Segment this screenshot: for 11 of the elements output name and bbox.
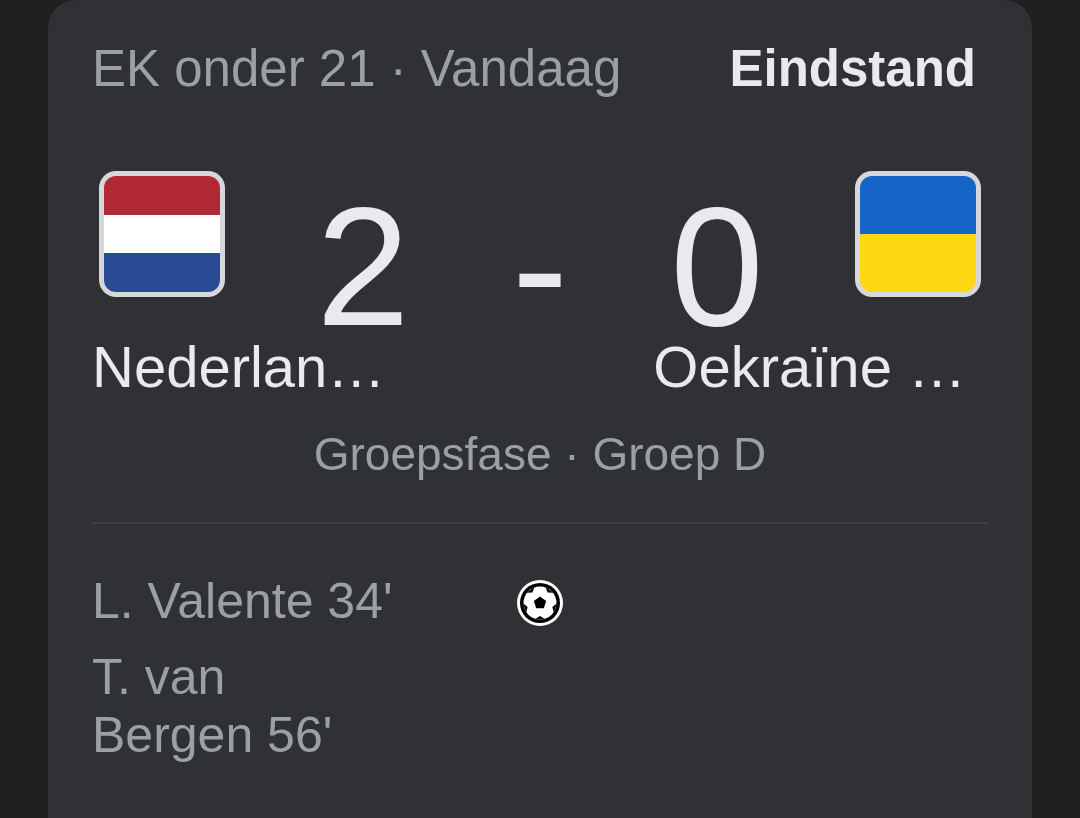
goal-scorer: L. Valente 34' bbox=[92, 572, 394, 630]
match-status-label: Eindstand bbox=[729, 43, 976, 94]
score-separator: - bbox=[511, 192, 569, 342]
soccer-ball-icon bbox=[517, 580, 563, 626]
away-score: 0 bbox=[670, 192, 764, 342]
home-score: 2 bbox=[316, 192, 411, 342]
flag-icon bbox=[855, 171, 981, 297]
team-name: Nederlan… bbox=[92, 342, 386, 392]
team-name: Oekraïne … bbox=[653, 342, 966, 392]
goal-scorer: T. van Bergen 56' bbox=[92, 648, 334, 764]
flag-icon bbox=[99, 171, 225, 297]
